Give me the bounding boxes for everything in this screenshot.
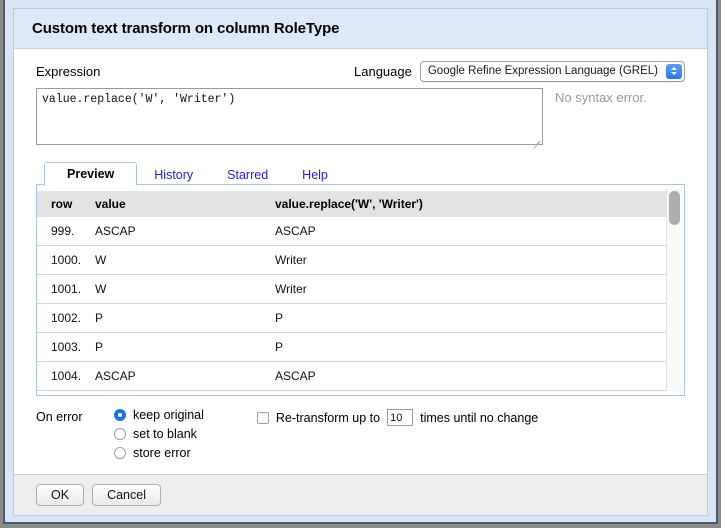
on-error-radio-group: keep original set to blank store error xyxy=(114,408,204,460)
cell-value: P xyxy=(95,303,275,333)
syntax-status-text: No syntax error. xyxy=(555,90,647,105)
tab-panel-preview: row value value.replace('W', 'Writer') 9… xyxy=(36,184,685,396)
table-row: 1002. P P xyxy=(37,303,666,333)
cell-result: P xyxy=(275,303,666,333)
cell-result: Writer xyxy=(275,274,666,304)
preview-scrollbar[interactable] xyxy=(666,189,681,391)
table-row: 1003. P P xyxy=(37,332,666,362)
cell-row: 999. xyxy=(37,217,95,246)
tab-history[interactable]: History xyxy=(137,163,210,186)
cell-value: W xyxy=(95,274,275,304)
chevron-updown-icon[interactable] xyxy=(666,63,682,79)
cell-row: 1005. xyxy=(37,390,95,395)
column-header-row: row xyxy=(37,191,95,217)
table-row: 1001. W Writer xyxy=(37,274,666,304)
cell-row: 1003. xyxy=(37,332,95,362)
retransform-row: Re-transform up to times until no change xyxy=(256,408,539,426)
tabs-region: Preview History Starred Help row value v… xyxy=(36,161,685,396)
radio-label: store error xyxy=(133,446,191,460)
cell-result: Writer xyxy=(275,245,666,275)
dialog-inner: Custom text transform on column RoleType… xyxy=(13,8,708,516)
table-row: 1005. W Writer xyxy=(37,390,666,395)
tab-list: Preview History Starred Help xyxy=(36,161,685,186)
table-row: 999. ASCAP ASCAP xyxy=(37,217,666,246)
table-row: 1000. W Writer xyxy=(37,245,666,275)
dialog-title: Custom text transform on column RoleType xyxy=(14,9,707,49)
cell-row: 1001. xyxy=(37,274,95,304)
preview-table-area: row value value.replace('W', 'Writer') 9… xyxy=(37,185,666,395)
radio-keep-original[interactable]: keep original xyxy=(114,408,204,422)
cell-value: W xyxy=(95,390,275,395)
retransform-prefix-label: Re-transform up to xyxy=(275,410,381,425)
column-header-value: value xyxy=(95,191,275,217)
dialog-footer: OK Cancel xyxy=(14,474,707,515)
cell-value: ASCAP xyxy=(95,361,275,391)
expression-editor-row: No syntax error. xyxy=(36,88,685,150)
cell-value: P xyxy=(95,332,275,362)
cancel-button[interactable]: Cancel xyxy=(92,484,161,506)
language-select-value: Google Refine Expression Language (GREL) xyxy=(427,65,658,77)
ok-button[interactable]: OK xyxy=(36,484,85,506)
radio-store-error[interactable]: store error xyxy=(114,446,204,460)
table-row: 1004. ASCAP ASCAP xyxy=(37,361,666,391)
cell-row: 1002. xyxy=(37,303,95,333)
radio-icon-selected[interactable] xyxy=(114,409,126,421)
preview-scrollbar-thumb[interactable] xyxy=(669,191,680,225)
language-label: Language xyxy=(354,63,412,79)
radio-label: keep original xyxy=(133,408,204,422)
retransform-suffix-label: times until no change xyxy=(420,410,539,425)
expression-label: Expression xyxy=(36,63,101,79)
tab-preview[interactable]: Preview xyxy=(44,162,138,186)
on-error-label: On error xyxy=(36,410,83,424)
table-header-row: row value value.replace('W', 'Writer') xyxy=(37,191,666,217)
cell-result: P xyxy=(275,332,666,362)
radio-icon[interactable] xyxy=(114,447,126,459)
retransform-count-input[interactable] xyxy=(387,409,414,426)
dialog-body: Expression Language Google Refine Expres… xyxy=(14,49,707,474)
radio-label: set to blank xyxy=(133,427,197,441)
expression-textarea-wrap xyxy=(36,88,543,150)
cell-result: Writer xyxy=(275,390,666,395)
column-header-result: value.replace('W', 'Writer') xyxy=(275,191,666,217)
cell-result: ASCAP xyxy=(275,361,666,391)
tab-help[interactable]: Help xyxy=(285,163,345,186)
cell-value: W xyxy=(95,245,275,275)
radio-icon[interactable] xyxy=(114,428,126,440)
tab-starred[interactable]: Starred xyxy=(210,163,285,186)
options-region: On error keep original set to blank stor… xyxy=(36,408,685,460)
cell-row: 1000. xyxy=(37,245,95,275)
cell-value: ASCAP xyxy=(95,217,275,246)
cell-result: ASCAP xyxy=(275,217,666,246)
cell-row: 1004. xyxy=(37,361,95,391)
expression-header-row: Expression Language Google Refine Expres… xyxy=(36,60,685,82)
radio-set-to-blank[interactable]: set to blank xyxy=(114,427,204,441)
custom-text-transform-dialog: Custom text transform on column RoleType… xyxy=(3,0,718,524)
language-group: Language Google Refine Expression Langua… xyxy=(354,60,685,82)
preview-table: row value value.replace('W', 'Writer') 9… xyxy=(37,191,666,395)
retransform-checkbox[interactable] xyxy=(256,411,269,424)
expression-input[interactable] xyxy=(36,88,543,145)
language-select[interactable]: Google Refine Expression Language (GREL) xyxy=(419,60,685,82)
